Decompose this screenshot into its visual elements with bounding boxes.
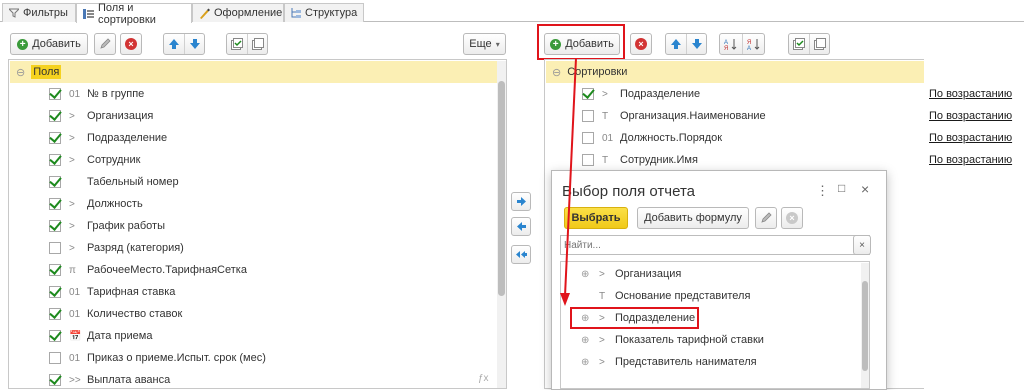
annotation-arrow (560, 57, 577, 306)
